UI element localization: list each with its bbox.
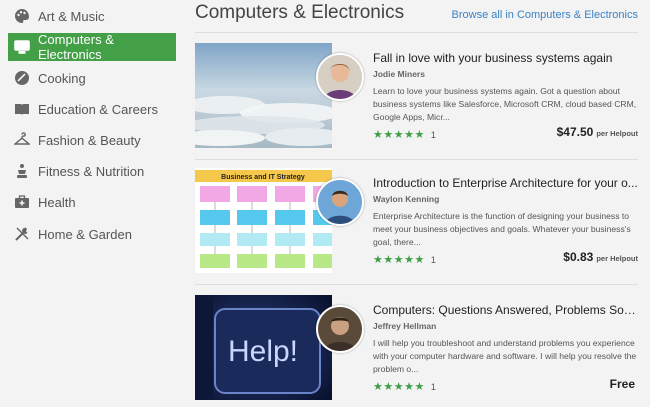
sidebar-item-label: Fashion & Beauty: [38, 132, 141, 148]
page-title: Computers & Electronics: [195, 2, 405, 23]
listing-card[interactable]: Help! Computers: Questions Answered, Pro…: [195, 295, 638, 400]
cooking-icon: [14, 70, 30, 86]
hanger-icon: [13, 132, 31, 148]
rating: ★★★★★ 1: [373, 128, 436, 141]
listing-description: Enterprise Architecture is the function …: [373, 211, 631, 247]
sidebar-item-health[interactable]: Health: [8, 188, 176, 216]
sidebar-item-fashion-beauty[interactable]: Fashion & Beauty: [8, 126, 176, 154]
listing-thumbnail[interactable]: Business and IT Strategy: [195, 168, 332, 273]
price-value: Free: [609, 377, 635, 391]
thumbnail-key-label: Help!: [228, 335, 298, 368]
divider: [195, 284, 638, 285]
sidebar-item-art-music[interactable]: Art & Music: [8, 2, 176, 30]
browse-all-link[interactable]: Browse all in Computers & Electronics: [452, 9, 638, 21]
listing-thumbnail[interactable]: Help!: [195, 295, 332, 400]
sidebar-item-cooking[interactable]: Cooking: [8, 64, 176, 92]
sidebar-item-label: Home & Garden: [38, 226, 132, 242]
category-sidebar: Art & Music Computers & Electronics Cook…: [0, 0, 182, 407]
listing-thumbnail[interactable]: [195, 43, 332, 148]
medical-kit-icon: [14, 194, 30, 210]
price: $47.50 per Helpout: [557, 125, 638, 139]
sidebar-item-computers-electronics[interactable]: Computers & Electronics: [8, 32, 176, 62]
author-avatar[interactable]: [316, 53, 364, 101]
author-name[interactable]: Waylon Kenning: [373, 194, 439, 204]
divider: [195, 32, 638, 33]
rating-count: 1: [430, 381, 436, 392]
sidebar-item-home-garden[interactable]: Home & Garden: [8, 220, 176, 248]
author-name[interactable]: Jeffrey Hellman: [373, 321, 436, 331]
listing-description: Learn to love your business systems agai…: [373, 86, 637, 122]
thumbnail-title: Business and IT Strategy: [221, 174, 305, 181]
monitor-icon: [14, 39, 30, 55]
sidebar-item-education-careers[interactable]: Education & Careers: [8, 95, 176, 123]
star-icons: ★★★★★: [373, 129, 425, 141]
star-icons: ★★★★★: [373, 254, 425, 266]
price-value: $47.50: [556, 125, 594, 139]
category-content: Computers & Electronics Browse all in Co…: [182, 0, 650, 407]
sidebar-item-label: Fitness & Nutrition: [38, 163, 145, 179]
author-avatar[interactable]: [316, 305, 364, 353]
rating-count: 1: [430, 254, 436, 265]
listing-title[interactable]: Fall in love with your business systems …: [373, 51, 638, 65]
price: Free: [610, 377, 638, 391]
author-name[interactable]: Jodie Miners: [373, 69, 425, 79]
listing-description: I will help you troubleshoot and underst…: [373, 338, 637, 374]
listing-card[interactable]: Fall in love with your business systems …: [195, 43, 638, 148]
listing-title[interactable]: Computers: Questions Answered, Problems …: [373, 303, 638, 317]
book-icon: [14, 101, 30, 117]
sidebar-item-label: Cooking: [38, 70, 86, 86]
fitness-icon: [14, 163, 30, 179]
tools-icon: [14, 226, 30, 242]
price: $0.83 per Helpout: [563, 250, 638, 264]
listing-card[interactable]: Business and IT Strategy Introduction to…: [195, 168, 638, 273]
sidebar-item-label: Art & Music: [38, 8, 105, 24]
price-unit: per Helpout: [596, 129, 638, 138]
listing-title[interactable]: Introduction to Enterprise Architecture …: [373, 176, 638, 190]
rating: ★★★★★ 1: [373, 253, 436, 266]
palette-icon: [14, 8, 30, 24]
rating-count: 1: [430, 129, 436, 140]
sidebar-item-fitness-nutrition[interactable]: Fitness & Nutrition: [8, 157, 176, 185]
star-icons: ★★★★★: [373, 381, 425, 393]
sidebar-item-label: Health: [38, 194, 76, 210]
price-unit: per Helpout: [596, 254, 638, 263]
price-value: $0.83: [563, 250, 594, 264]
sidebar-item-label: Computers & Electronics: [38, 32, 114, 62]
sidebar-item-label: Education & Careers: [38, 101, 158, 117]
divider: [195, 159, 638, 160]
rating: ★★★★★ 1: [373, 380, 436, 393]
author-avatar[interactable]: [316, 178, 364, 226]
